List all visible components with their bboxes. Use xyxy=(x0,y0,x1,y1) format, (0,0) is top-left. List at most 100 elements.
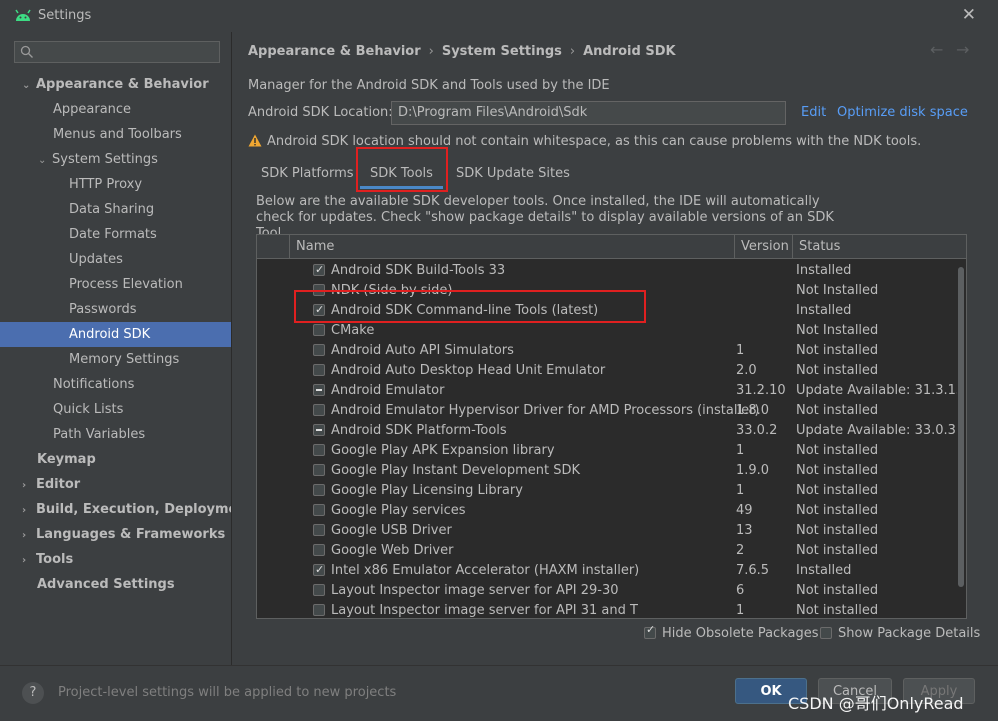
edit-link[interactable]: Edit xyxy=(801,105,826,120)
close-icon[interactable]: ✕ xyxy=(962,5,976,25)
checkbox-unchecked-icon[interactable] xyxy=(313,544,325,556)
row-status: Not Installed xyxy=(796,323,879,338)
breadcrumb: Appearance & Behavior › System Settings › An… xyxy=(248,44,676,59)
sidebar-item-languages-frameworks[interactable]: › Languages & Frameworks xyxy=(22,522,225,547)
watermark: CSDN @哥们OnlyRead xyxy=(788,694,964,713)
sidebar-item-appearance[interactable]: Appearance xyxy=(53,97,131,122)
table-row[interactable]: NDK (Side by side) Not Installed xyxy=(257,281,957,301)
row-version: 7.6.5 xyxy=(736,563,770,578)
sidebar-item-keymap[interactable]: Keymap xyxy=(37,447,96,472)
checkbox-unchecked-icon[interactable] xyxy=(313,464,325,476)
table-row[interactable]: Android SDK Command-line Tools (latest) I… xyxy=(257,300,957,321)
row-name: Layout Inspector image server for API 31… xyxy=(331,603,638,618)
table-row[interactable]: Android Emulator Hypervisor Driver for A… xyxy=(257,401,957,421)
checkbox-partial-icon[interactable] xyxy=(313,424,325,436)
sidebar-item-editor[interactable]: › Editor xyxy=(22,472,80,497)
sidebar-item-updates[interactable]: Updates xyxy=(69,247,123,272)
row-name: Google USB Driver xyxy=(331,523,452,538)
optimize-disk-space-link[interactable]: Optimize disk space xyxy=(837,105,968,120)
checkbox-checked-icon[interactable] xyxy=(313,560,325,580)
search-input[interactable] xyxy=(14,41,220,63)
sidebar-item-notifications[interactable]: Notifications xyxy=(53,372,134,397)
breadcrumb-item[interactable]: System Settings xyxy=(442,44,562,59)
row-status: Not installed xyxy=(796,363,879,378)
table-header: Name Version Status xyxy=(257,235,966,259)
row-version: 1 xyxy=(736,443,745,458)
checkbox-checked-icon[interactable] xyxy=(313,260,325,280)
table-row[interactable]: Google Web Driver 2 Not installed xyxy=(257,541,957,561)
show-package-details-checkbox[interactable]: Show Package Details xyxy=(820,626,980,641)
sidebar-item-appearance-behavior[interactable]: ⌄ Appearance & Behavior xyxy=(22,72,209,97)
sidebar-item-menus-toolbars[interactable]: Menus and Toolbars xyxy=(53,122,182,147)
table-row[interactable]: Google Play Instant Development SDK 1.9.0… xyxy=(257,461,957,481)
table-row[interactable]: Android SDK Build-Tools 33 Installed xyxy=(257,260,957,281)
checkbox-unchecked-icon[interactable] xyxy=(313,404,325,416)
row-status: Installed xyxy=(796,563,852,578)
forward-arrow-icon[interactable]: → xyxy=(956,40,969,59)
back-arrow-icon[interactable]: ← xyxy=(930,40,943,59)
table-row[interactable]: Google Play Licensing Library 1 Not instal… xyxy=(257,481,957,501)
column-header-status[interactable]: Status xyxy=(792,235,966,258)
table-row[interactable]: Android Auto Desktop Head Unit Emulator 2… xyxy=(257,361,957,381)
sidebar-item-build-execution-deployment[interactable]: › Build, Execution, Deployment xyxy=(22,497,253,522)
sidebar-item-system-settings[interactable]: ⌄ System Settings xyxy=(38,147,158,172)
checkbox-unchecked-icon[interactable] xyxy=(313,604,325,616)
table-row[interactable]: CMake Not Installed xyxy=(257,321,957,341)
sidebar-item-process-elevation[interactable]: Process Elevation xyxy=(69,272,183,297)
search-icon xyxy=(20,45,33,58)
column-header-name[interactable]: Name xyxy=(289,235,735,258)
sidebar-item-path-variables[interactable]: Path Variables xyxy=(53,422,145,447)
table-row[interactable]: Google USB Driver 13 Not installed xyxy=(257,521,957,541)
row-status: Not installed xyxy=(796,543,879,558)
row-status: Update Available: 31.3.13 xyxy=(796,383,965,398)
table-row[interactable]: Layout Inspector image server for API 31… xyxy=(257,601,957,618)
sidebar-item-memory-settings[interactable]: Memory Settings xyxy=(69,347,179,372)
checkbox-partial-icon[interactable] xyxy=(313,384,325,396)
table-row[interactable]: Google Play services 49 Not installed xyxy=(257,501,957,521)
tab-sdk-update-sites[interactable]: SDK Update Sites xyxy=(456,159,570,189)
sdk-tools-table: Name Version Status Android SDK Build-To… xyxy=(256,234,967,619)
table-row[interactable]: Layout Inspector image server for API 29… xyxy=(257,581,957,601)
row-name: Android SDK Command-line Tools (latest) xyxy=(331,303,599,318)
sidebar-item-data-sharing[interactable]: Data Sharing xyxy=(69,197,154,222)
checkbox-unchecked-icon[interactable] xyxy=(313,444,325,456)
sidebar-item-http-proxy[interactable]: HTTP Proxy xyxy=(69,172,142,197)
sidebar-item-android-sdk[interactable]: Android SDK xyxy=(0,322,231,347)
settings-sidebar: ⌄ Appearance & Behavior Appearance Menus … xyxy=(0,32,253,665)
table-row[interactable]: Intel x86 Emulator Accelerator (HAXM ins… xyxy=(257,560,957,581)
sdk-location-field[interactable]: D:\Program Files\Android\Sdk xyxy=(391,101,786,125)
breadcrumb-separator-icon: › xyxy=(428,44,434,59)
checkbox-unchecked-icon[interactable] xyxy=(313,504,325,516)
checkbox-unchecked-icon[interactable] xyxy=(313,484,325,496)
row-version: 13 xyxy=(736,523,753,538)
table-row[interactable]: Android Emulator 31.2.10 Update Available:… xyxy=(257,381,964,401)
row-status: Not Installed xyxy=(796,283,879,298)
column-header-version[interactable]: Version xyxy=(734,235,792,258)
tab-sdk-platforms[interactable]: SDK Platforms xyxy=(261,159,354,189)
row-version: 2 xyxy=(736,543,745,558)
checkbox-unchecked-icon[interactable] xyxy=(313,584,325,596)
scrollbar-thumb[interactable] xyxy=(958,267,964,587)
sidebar-item-advanced-settings[interactable]: Advanced Settings xyxy=(37,572,175,597)
settings-content: Appearance & Behavior › System Settings › An… xyxy=(231,32,998,665)
checkbox-checked-icon[interactable] xyxy=(313,300,325,320)
table-row[interactable]: Android SDK Platform-Tools 33.0.2 Update A… xyxy=(257,421,957,441)
sidebar-item-tools[interactable]: › Tools xyxy=(22,547,73,572)
table-scrollbar[interactable] xyxy=(957,259,965,599)
checkbox-unchecked-icon[interactable] xyxy=(313,284,325,296)
row-version: 1 xyxy=(736,343,745,358)
hide-obsolete-packages-checkbox[interactable]: Hide Obsolete Packages xyxy=(644,623,818,641)
checkbox-unchecked-icon[interactable] xyxy=(313,524,325,536)
breadcrumb-item[interactable]: Appearance & Behavior xyxy=(248,44,421,59)
checkbox-unchecked-icon[interactable] xyxy=(313,344,325,356)
sidebar-item-quick-lists[interactable]: Quick Lists xyxy=(53,397,123,422)
checkbox-unchecked-icon[interactable] xyxy=(313,324,325,336)
sidebar-item-date-formats[interactable]: Date Formats xyxy=(69,222,157,247)
tab-sdk-tools[interactable]: SDK Tools xyxy=(360,159,443,189)
table-row[interactable]: Android Auto API Simulators 1 Not installe… xyxy=(257,341,957,361)
sidebar-item-passwords[interactable]: Passwords xyxy=(69,297,137,322)
checkbox-unchecked-icon[interactable] xyxy=(313,364,325,376)
help-icon[interactable]: ? xyxy=(22,682,44,704)
table-row[interactable]: Google Play APK Expansion library 1 Not in… xyxy=(257,441,957,461)
title-bar: Settings ✕ xyxy=(0,0,998,32)
